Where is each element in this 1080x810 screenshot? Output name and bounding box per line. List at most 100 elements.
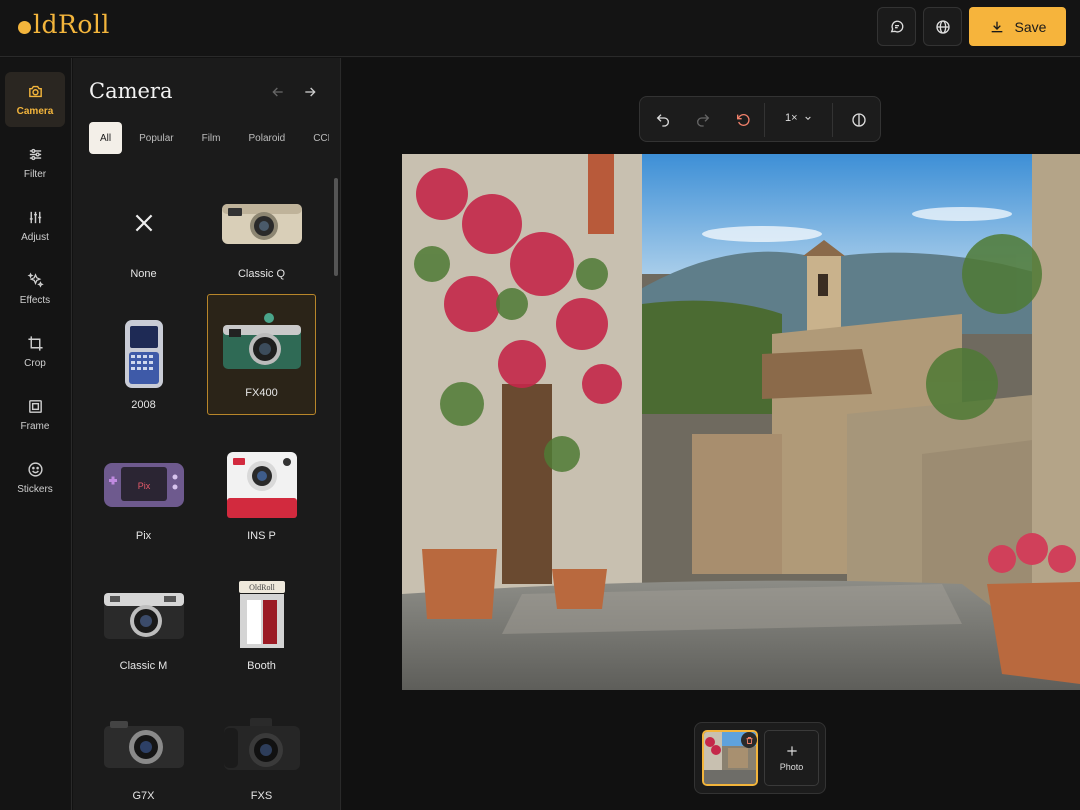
camera-label: G7X	[132, 790, 155, 802]
zoom-label: 1×	[785, 112, 798, 124]
camera-item-ins-p[interactable]: INS P	[207, 438, 316, 559]
rail-label-crop: Crop	[24, 357, 46, 369]
redo-icon	[697, 114, 710, 127]
delete-photo-button[interactable]	[741, 732, 757, 748]
adjust-icon	[29, 211, 41, 223]
rail-item-camera[interactable]: Camera	[5, 72, 65, 127]
classic-m-thumb	[99, 580, 189, 650]
camera-label: Classic Q	[237, 268, 286, 280]
save-button[interactable]: Save	[969, 7, 1066, 46]
rangefinder-camera-icon	[103, 593, 184, 639]
camera-item-classic-m[interactable]: Classic M	[89, 568, 198, 689]
compact-camera-icon	[221, 204, 302, 244]
tab-popular[interactable]: Popular	[128, 122, 184, 154]
rail-item-adjust[interactable]: Adjust	[5, 198, 65, 253]
panel-title: Camera	[89, 79, 173, 103]
camera-item-none[interactable]: None	[89, 176, 198, 297]
camera-label: 2008	[131, 399, 156, 411]
classic-q-thumb	[217, 188, 307, 258]
tab-polaroid[interactable]: Polaroid	[237, 122, 296, 154]
tab-ccd[interactable]: CCD	[302, 122, 329, 154]
undo-button[interactable]	[653, 110, 673, 130]
rail-label-camera: Camera	[16, 105, 54, 117]
none-thumb	[99, 188, 189, 258]
camera-panel: Camera All Popular Film Polaroid CCD Non…	[73, 58, 341, 810]
rail-label-filter: Filter	[23, 168, 47, 180]
app-header: ldRoll Save	[0, 0, 1080, 57]
arrow-left-icon[interactable]	[270, 84, 286, 100]
camera-label: Pix	[135, 530, 152, 542]
rail-label-stickers: Stickers	[17, 483, 53, 495]
camera-label: Booth	[247, 660, 276, 672]
booth-sign-text: OldRoll	[249, 583, 276, 592]
logo-dot	[18, 21, 31, 34]
fxs-thumb	[217, 710, 307, 780]
redo-button[interactable]	[693, 110, 713, 130]
camera-item-fx400[interactable]: FX400	[207, 294, 316, 415]
camera-item-fxs[interactable]: FXS	[207, 698, 316, 810]
compare-icon	[852, 113, 866, 127]
close-icon	[135, 214, 152, 232]
camera-label: Classic M	[119, 660, 168, 672]
rail-item-frame[interactable]: Frame	[5, 387, 65, 442]
download-icon	[991, 21, 1002, 32]
tab-film[interactable]: Film	[191, 122, 232, 154]
camera-item-g7x[interactable]: G7X	[89, 698, 198, 810]
camera-item-classic-q[interactable]: Classic Q	[207, 176, 316, 297]
trash-icon	[746, 736, 752, 744]
green-camera-icon	[222, 313, 301, 369]
logo-text: ldRoll	[33, 10, 110, 39]
camera-item-booth[interactable]: OldRoll Booth	[207, 568, 316, 689]
reset-button[interactable]	[733, 110, 753, 130]
phone-icon	[124, 320, 163, 388]
oldroll-logo[interactable]: ldRoll	[18, 10, 110, 39]
rail-label-effects: Effects	[19, 294, 51, 306]
editor-toolbar	[639, 96, 881, 142]
pix-screen-text: Pix	[137, 481, 150, 491]
mirrorless-camera-icon	[223, 718, 300, 770]
camera-label: FXS	[250, 790, 273, 802]
feedback-button[interactable]	[877, 7, 916, 46]
camera-item-2008[interactable]: 2008	[89, 307, 198, 428]
camera-item-pix[interactable]: Pix Pix	[89, 438, 198, 559]
compare-button[interactable]	[849, 110, 869, 130]
rail-item-filter[interactable]: Filter	[5, 135, 65, 190]
plus-icon	[786, 746, 797, 756]
add-photo-button[interactable]: Photo	[764, 730, 819, 786]
frame-icon	[28, 399, 42, 413]
camera-icon	[28, 85, 42, 97]
photo-booth-icon: OldRoll	[238, 581, 285, 648]
2008-thumb	[99, 319, 189, 389]
sliders-icon	[29, 148, 41, 160]
rail-item-stickers[interactable]: Stickers	[5, 450, 65, 505]
arrow-right-icon[interactable]	[302, 84, 318, 100]
camera-label: FX400	[245, 387, 278, 399]
globe-icon	[935, 19, 950, 34]
chevron-down-icon	[804, 116, 811, 121]
save-label: Save	[1014, 18, 1047, 35]
reset-icon	[737, 113, 750, 126]
handheld-console-icon: Pix	[103, 463, 184, 507]
g7x-thumb	[99, 710, 189, 780]
village-street-photo	[402, 154, 1080, 690]
rail-label-adjust: Adjust	[21, 231, 49, 243]
chat-icon	[890, 20, 903, 33]
point-and-shoot-icon	[103, 721, 184, 768]
zoom-select[interactable]: 1×	[785, 112, 812, 124]
tab-all[interactable]: All	[89, 122, 123, 154]
rail-item-crop[interactable]: Crop	[5, 324, 65, 379]
panel-scrollbar[interactable]	[334, 178, 338, 276]
language-button[interactable]	[923, 7, 962, 46]
instant-camera-icon	[226, 452, 297, 518]
photo-preview[interactable]	[402, 154, 1080, 690]
crop-icon	[27, 335, 43, 351]
rail-label-frame: Frame	[20, 420, 50, 432]
fx400-thumb	[217, 307, 307, 377]
toolbar-divider	[832, 103, 833, 137]
smile-icon	[27, 461, 43, 477]
rail-item-effects[interactable]: Effects	[5, 261, 65, 316]
tool-rail: Camera Filter Adjust Effects Crop Frame …	[0, 58, 72, 810]
toolbar-divider	[764, 103, 765, 137]
camera-label: None	[130, 268, 157, 280]
pix-thumb: Pix	[99, 450, 189, 520]
